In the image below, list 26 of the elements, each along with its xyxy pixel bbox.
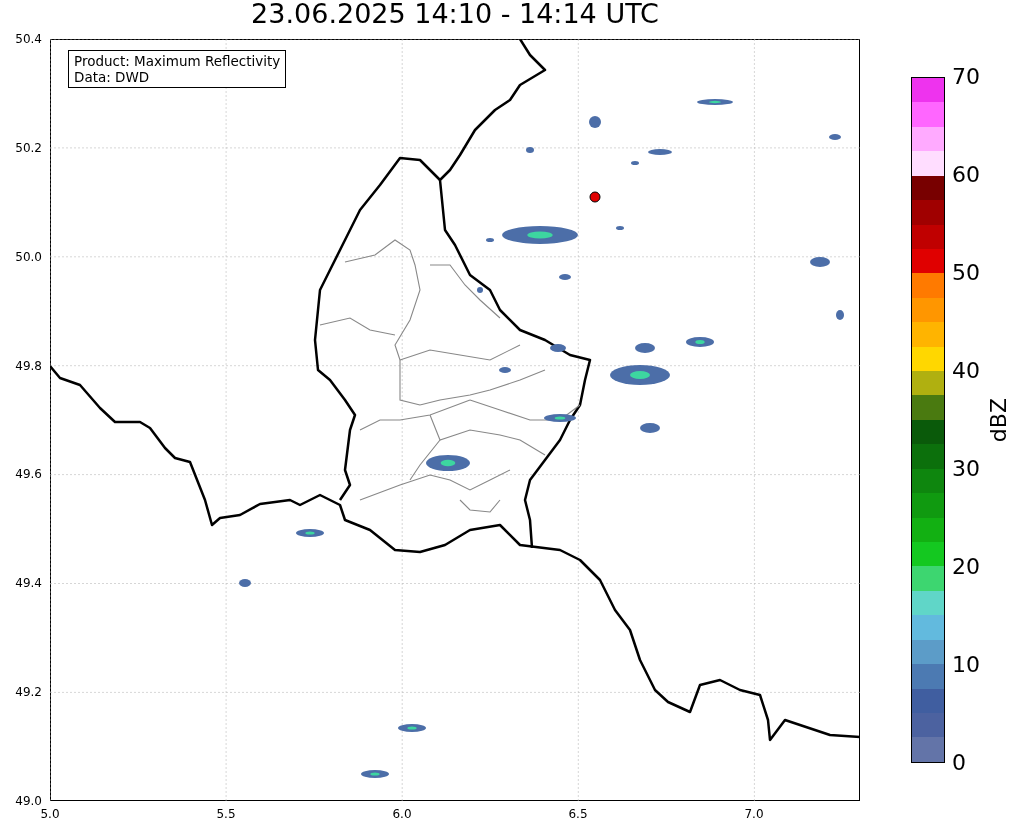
axis-tick-label: 49.4 (15, 575, 42, 592)
axis-tick-label: 6.0 (392, 806, 412, 823)
info-text: Data: DWD (74, 69, 151, 85)
chart-title: 23.06.2025 14:10 - 14:14 UTC (251, 0, 659, 31)
colorbar-tick-label: 60 (952, 162, 980, 188)
axis-tick-label: 50.0 (15, 248, 42, 265)
axis-tick-label: 7.0 (744, 806, 764, 823)
axis-tick-label: 5.5 (216, 806, 236, 823)
colorbar-tick-label: 70 (952, 64, 980, 90)
axis-tick-label: 49.6 (15, 466, 42, 483)
colorbar-label: dBZ (986, 397, 1011, 443)
axis-tick-label: 50.4 (15, 31, 42, 47)
colorbar-tick-label: 30 (952, 456, 980, 482)
axis-tick-label: 50.2 (15, 139, 42, 156)
colorbar-tick-label: 10 (952, 652, 980, 678)
info-text: Product: Maximum Reflectivity (74, 53, 281, 69)
axis-tick-label: 6.5 (568, 806, 588, 823)
axis-tick-label: 49.2 (15, 684, 42, 701)
axis-tick-label: 49.0 (15, 792, 42, 809)
colorbar-tick-label: 0 (952, 750, 967, 776)
axis-tick-label: 49.8 (15, 357, 42, 374)
colorbar-tick-label: 40 (952, 358, 980, 384)
colorbar-tick-label: 50 (952, 260, 980, 286)
location-marker-icon (589, 191, 601, 203)
axis-tick-label: 5.0 (40, 806, 60, 823)
colorbar-tick-label: 20 (952, 554, 980, 580)
